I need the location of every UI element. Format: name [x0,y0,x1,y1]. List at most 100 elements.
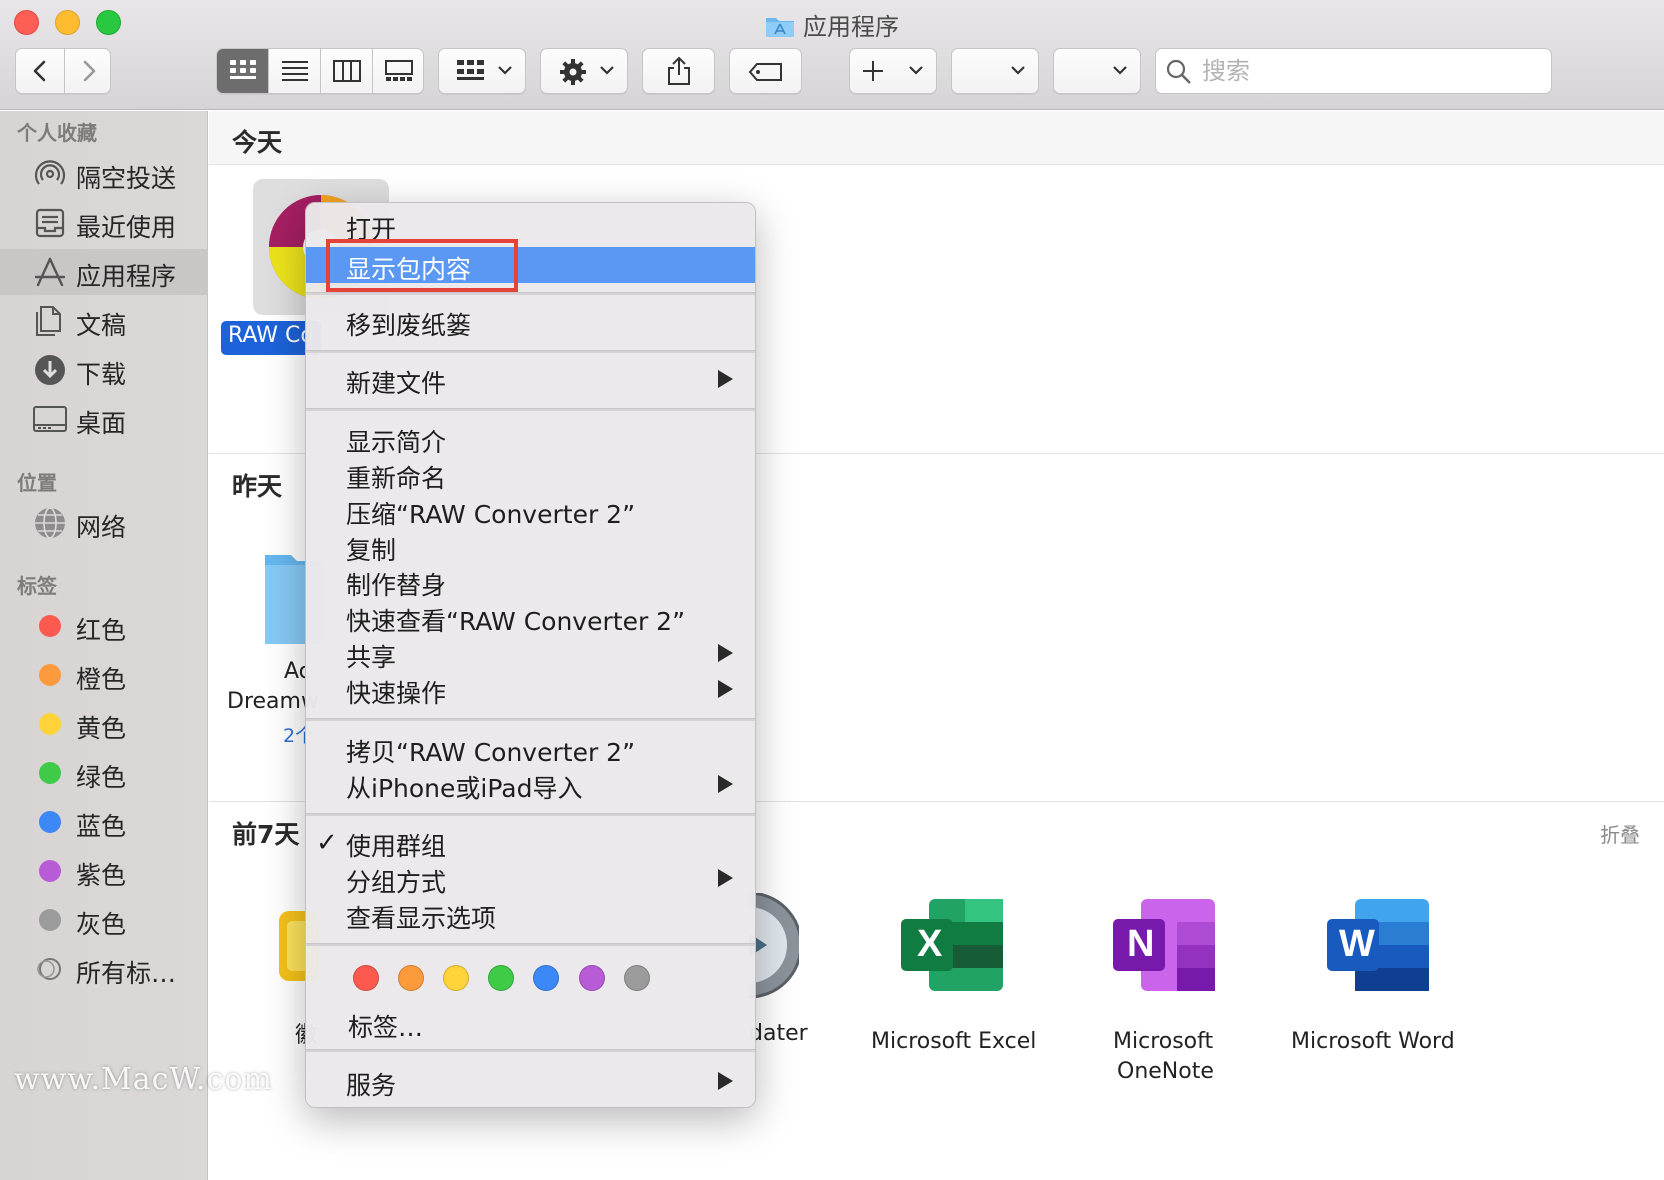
file-name-line2: OneNote [1117,1059,1214,1084]
chevron-down-icon [909,66,923,75]
menu-item-tags[interactable]: 标签… [306,1005,755,1042]
toolbar-dropdown-2[interactable] [1053,48,1141,94]
section-title: 今天 [232,128,283,157]
back-button[interactable] [16,49,64,93]
sidebar-item-desktop[interactable]: 桌面 [0,396,208,442]
word-item[interactable]: W Microsoft Word [1285,891,1475,1081]
group-icon [457,60,484,80]
toolbar-dropdown-1[interactable] [951,48,1039,94]
menu-item-move-to-trash[interactable]: 移到废纸篓 [306,303,755,340]
menu-item-new-file[interactable]: 新建文件 [306,361,755,398]
column-view-icon [333,60,361,82]
menu-item-open[interactable]: 打开 [306,207,755,244]
menu-item-rename[interactable]: 重新命名 [306,456,755,493]
sidebar: 个人收藏 隔空投送 最近使用 应用程序 文稿 下载 桌面 位置 网络 标签 红色… [0,111,208,1180]
recents-icon [35,208,65,238]
onenote-item[interactable]: N Microsoft OneNote [1079,891,1249,1091]
menu-tag-purple[interactable] [579,965,605,991]
menu-tag-red[interactable] [353,965,379,991]
menu-tag-blue[interactable] [533,965,559,991]
menu-item-make-alias[interactable]: 制作替身 [306,563,755,600]
chevron-right-icon [83,60,96,82]
collapse-link[interactable]: 折叠 [1600,819,1640,848]
menu-item-share[interactable]: 共享 [306,635,755,672]
menu-item-quick-look[interactable]: 快速查看“RAW Converter 2” [306,599,755,636]
share-button[interactable] [642,48,715,94]
menu-item-label: 显示包内容 [346,255,472,284]
column-view-button[interactable] [321,49,373,93]
forward-button[interactable] [65,49,112,93]
excel-item[interactable]: X Microsoft Excel [859,891,1044,1081]
file-name: dater [749,1021,808,1046]
applications-folder-icon [766,18,794,37]
sidebar-item-documents[interactable]: 文稿 [0,298,208,344]
tag-color-dot [39,909,61,931]
submenu-arrow-icon [718,775,733,793]
list-view-button[interactable] [269,49,321,93]
sidebar-item-label: 桌面 [76,409,127,438]
menu-item-copy[interactable]: 拷贝“RAW Converter 2” [306,730,755,767]
sidebar-tag-red[interactable]: 红色 [0,603,208,649]
search-input[interactable] [1202,55,1532,87]
menu-item-import-from-iphone[interactable]: 从iPhone或iPad导入 [306,766,755,803]
sidebar-item-downloads[interactable]: 下载 [0,347,208,393]
menu-item-label: 移到废纸篓 [346,311,472,340]
menu-tag-gray[interactable] [624,965,650,991]
airdrop-icon [34,160,66,185]
group-by-button[interactable] [438,48,526,94]
sidebar-tag-yellow[interactable]: 黄色 [0,701,208,747]
sidebar-item-label: 紫色 [76,861,127,890]
action-button[interactable] [540,48,628,94]
sidebar-tag-gray[interactable]: 灰色 [0,897,208,943]
chevron-down-icon [1113,66,1127,75]
chevron-down-icon [498,66,512,75]
section-header-today: 今天 [209,111,1664,165]
word-letter: W [1339,923,1375,965]
new-item-button[interactable] [849,48,937,94]
menu-separator [306,813,755,816]
menu-item-compress[interactable]: 压缩“RAW Converter 2” [306,492,755,529]
tag-color-dot [39,860,61,882]
sidebar-item-recents[interactable]: 最近使用 [0,200,208,246]
gallery-view-button[interactable] [373,49,423,93]
menu-item-group-by[interactable]: 分组方式 [306,860,755,897]
submenu-arrow-icon [718,680,733,698]
menu-tag-green[interactable] [488,965,514,991]
menu-item-use-groups[interactable]: ✓ 使用群组 [306,824,755,861]
menu-item-duplicate[interactable]: 复制 [306,528,755,565]
sidebar-tag-blue[interactable]: 蓝色 [0,799,208,845]
menu-item-label: 服务 [346,1071,397,1100]
menu-item-view-options[interactable]: 查看显示选项 [306,896,755,933]
sidebar-item-airdrop[interactable]: 隔空投送 [0,151,208,197]
sidebar-item-label: 应用程序 [76,262,177,291]
sidebar-tag-orange[interactable]: 橙色 [0,652,208,698]
updater-item[interactable]: dater [749,881,859,1061]
menu-tag-orange[interactable] [398,965,424,991]
app-icon [749,893,799,999]
menu-item-show-package-contents[interactable]: 显示包内容 [306,247,755,284]
menu-item-quick-actions[interactable]: 快速操作 [306,671,755,708]
excel-letter: X [917,923,943,965]
menu-tag-yellow[interactable] [443,965,469,991]
tags-button[interactable] [729,48,802,94]
sidebar-item-label: 最近使用 [76,213,177,242]
tag-color-dot [39,762,61,784]
sidebar-tag-green[interactable]: 绿色 [0,750,208,796]
sidebar-item-label: 橙色 [76,665,127,694]
menu-item-label: 显示简介 [346,428,447,457]
plus-icon [863,61,883,81]
sidebar-tag-purple[interactable]: 紫色 [0,848,208,894]
menu-item-services[interactable]: 服务 [306,1063,755,1100]
search-field[interactable] [1155,48,1552,94]
sidebar-tag-all[interactable]: 所有标… [0,946,208,992]
sidebar-item-network[interactable]: 网络 [0,500,208,546]
menu-item-label: 从iPhone或iPad导入 [346,774,583,803]
submenu-arrow-icon [718,1072,733,1090]
sidebar-item-applications[interactable]: 应用程序 [0,249,208,295]
menu-item-get-info[interactable]: 显示简介 [306,420,755,457]
sidebar-heading-locations: 位置 [17,471,57,495]
gear-icon [560,59,586,85]
watermark-text: www.MacW.com [14,1062,273,1097]
menu-separator [306,292,755,295]
icon-view-button[interactable] [217,49,269,93]
